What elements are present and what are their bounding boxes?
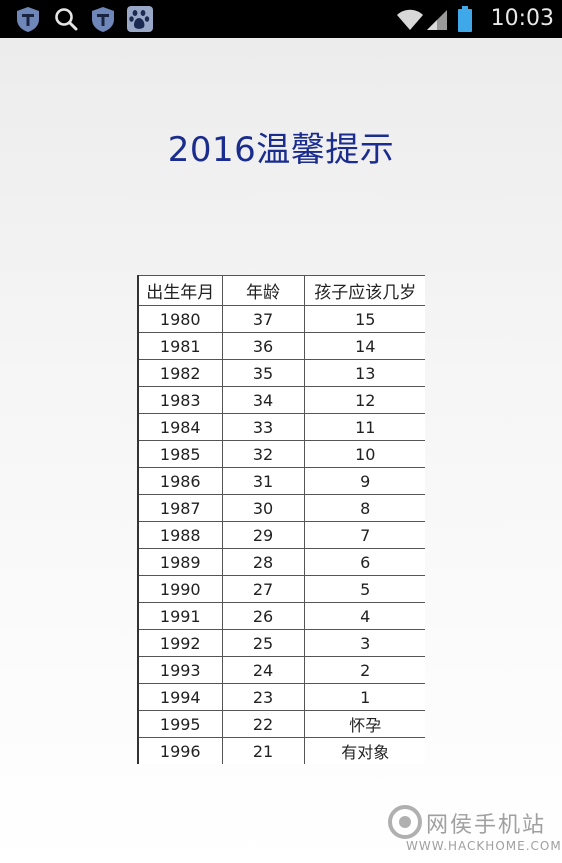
table-row: 1995 22 怀孕 [137,710,425,738]
search-icon[interactable] [52,5,80,33]
cell-age: 30 [221,494,305,522]
cell-child-age: 10 [303,440,425,468]
cell-birth-year: 1987 [137,494,223,522]
cell-child-age: 6 [303,548,425,576]
table-row: 1983 34 12 [137,386,425,414]
cell-child-age: 13 [303,359,425,387]
cell-child-age: 1 [303,683,425,711]
cell-birth-year: 1982 [137,359,223,387]
battery-icon [458,6,472,32]
cell-birth-year: 1980 [137,305,223,333]
cell-child-age: 5 [303,575,425,603]
cell-birth-year: 1986 [137,467,223,495]
cell-birth-year: 1985 [137,440,223,468]
cell-child-age: 12 [303,386,425,414]
cell-age: 33 [221,413,305,441]
cell-age: 29 [221,521,305,549]
table-row: 1986 31 9 [137,467,425,495]
table-row: 1985 32 10 [137,440,425,468]
table-row: 1993 24 2 [137,656,425,684]
cell-age: 26 [221,602,305,630]
cell-child-age: 14 [303,332,425,360]
cell-age: 37 [221,305,305,333]
cell-child-age: 9 [303,467,425,495]
table-row: 1984 33 11 [137,413,425,441]
table-row: 1980 37 15 [137,305,425,333]
cell-birth-year: 1993 [137,656,223,684]
cell-age: 35 [221,359,305,387]
age-table: 出生年月 年龄 孩子应该几岁 1980 37 15 1981 36 14 1982 35 13 1… [137,275,425,764]
cell-age: 34 [221,386,305,414]
cell-birth-year: 1992 [137,629,223,657]
cell-child-age: 怀孕 [303,710,425,738]
cell-birth-year: 1988 [137,521,223,549]
table-row: 1988 29 7 [137,521,425,549]
cell-child-age: 4 [303,602,425,630]
status-bar: 10:03 [0,0,562,38]
cell-birth-year: 1989 [137,548,223,576]
watermark: 网侯手机站 WWW.HACKHOME.COM [388,801,561,857]
cell-age: 23 [221,683,305,711]
table-row: 1996 21 有对象 [137,737,425,764]
cell-age: 24 [221,656,305,684]
cell-child-age: 3 [303,629,425,657]
signal-icon [427,10,447,30]
cell-child-age: 8 [303,494,425,522]
page-title: 2016温馨提示 [167,130,395,170]
cell-age: 25 [221,629,305,657]
cell-child-age: 2 [303,656,425,684]
cell-age: 27 [221,575,305,603]
watermark-name: 网侯手机站 [426,813,547,838]
cell-birth-year: 1996 [137,737,223,764]
table-row: 1990 27 5 [137,575,425,603]
cell-child-age: 7 [303,521,425,549]
cell-age: 28 [221,548,305,576]
cell-birth-year: 1991 [137,602,223,630]
cell-birth-year: 1983 [137,386,223,414]
cell-age: 22 [221,710,305,738]
cell-age: 32 [221,440,305,468]
shield-icon[interactable] [89,5,117,33]
header-child-age: 孩子应该几岁 [303,275,425,306]
cell-birth-year: 1990 [137,575,223,603]
cell-child-age: 15 [303,305,425,333]
table-row: 1994 23 1 [137,683,425,711]
table-row: 1987 30 8 [137,494,425,522]
header-age: 年龄 [221,275,305,306]
cell-child-age: 11 [303,413,425,441]
table-row: 1981 36 14 [137,332,425,360]
baidu-paw-icon[interactable] [126,5,154,33]
cell-age: 36 [221,332,305,360]
wifi-icon [397,9,423,30]
cell-birth-year: 1994 [137,683,223,711]
cell-birth-year: 1981 [137,332,223,360]
cell-age: 21 [221,737,305,764]
shield-icon[interactable] [14,5,42,33]
header-birth-year: 出生年月 [137,275,223,306]
table-header-row: 出生年月 年龄 孩子应该几岁 [137,275,425,306]
table-row: 1982 35 13 [137,359,425,387]
hackhome-logo-icon [388,805,422,839]
table-row: 1992 25 3 [137,629,425,657]
clock: 10:03 [490,6,554,31]
table-row: 1989 28 6 [137,548,425,576]
cell-birth-year: 1995 [137,710,223,738]
watermark-url: WWW.HACKHOME.COM [406,839,562,853]
cell-birth-year: 1984 [137,413,223,441]
table-row: 1991 26 4 [137,602,425,630]
cell-age: 31 [221,467,305,495]
cell-child-age: 有对象 [303,737,425,764]
